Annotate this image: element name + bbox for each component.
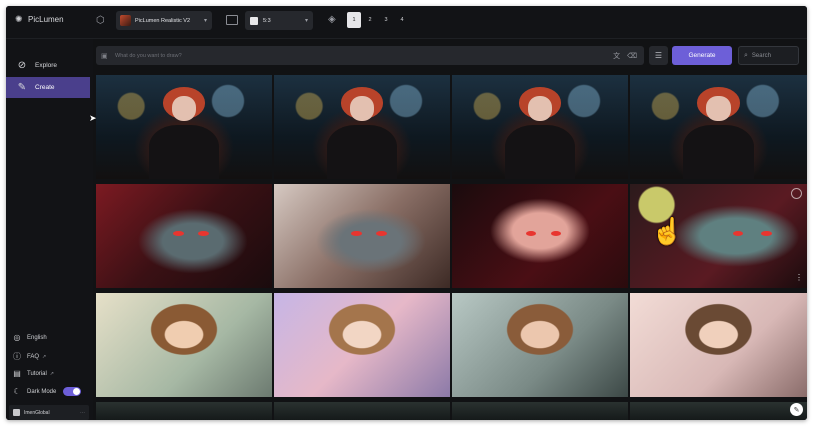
moon-icon: ☾	[13, 387, 21, 396]
batch-count-group: 1 2 3 4	[347, 12, 409, 28]
sliders-icon: ☰	[654, 51, 663, 60]
sidebar-item-create[interactable]: ✎ Create	[6, 77, 90, 98]
app-name: PicLumen	[28, 15, 64, 24]
feedback-button[interactable]: ✎	[790, 403, 803, 416]
app-window: ✺ PicLumen ⬡ PicLumen Realistic V2 ▾ 5:3…	[6, 6, 807, 420]
edit-icon: ✎	[793, 406, 800, 414]
batch-count-2[interactable]: 2	[363, 12, 377, 28]
logo[interactable]: ✺ PicLumen	[15, 14, 64, 25]
image-icon: ▣	[101, 52, 108, 60]
avatar	[13, 409, 20, 416]
chevron-down-icon: ▾	[304, 18, 308, 24]
gallery-image[interactable]	[452, 293, 628, 397]
gallery-image[interactable]	[96, 402, 272, 420]
sidebar-item-label: Create	[35, 84, 55, 91]
gallery-image[interactable]	[452, 402, 628, 420]
piclumen-logo-icon: ✺	[15, 14, 23, 24]
model-label: PicLumen Realistic V2	[135, 17, 191, 24]
search-input[interactable]: ⌕ Search	[738, 46, 799, 65]
broom-icon[interactable]: ⌫	[627, 52, 637, 60]
prompt-bar: ▣ 文 ⌫	[96, 46, 644, 65]
square-icon	[250, 16, 258, 25]
external-link-icon: ↗	[49, 370, 54, 377]
gallery-image[interactable]	[274, 75, 450, 179]
layers-icon: ◈	[328, 14, 336, 25]
tutorial-link[interactable]: ▤ Tutorial ↗	[6, 369, 93, 378]
language-label: English	[27, 334, 47, 341]
compass-icon: ⊘	[17, 60, 27, 71]
sidebar: ⊘ Explore ✎ Create ◎ English ⓘ FAQ ↗ ▤ T…	[6, 39, 93, 420]
globe-icon: ◎	[13, 333, 21, 342]
gallery-image[interactable]	[630, 402, 807, 420]
batch-count-3[interactable]: 3	[379, 12, 393, 28]
arrow-cursor-icon: ➤	[89, 113, 97, 123]
gallery-image[interactable]	[96, 293, 272, 397]
book-icon: ▤	[13, 369, 21, 378]
aspect-label: 5:3	[263, 17, 271, 24]
model-selector[interactable]: PicLumen Realistic V2 ▾	[116, 11, 212, 30]
gallery-image[interactable]	[452, 75, 628, 179]
hand-cursor-icon: ☝	[651, 216, 684, 246]
gallery-image[interactable]	[96, 184, 272, 288]
language-selector[interactable]: ◎ English	[6, 333, 93, 342]
help-icon: ⓘ	[13, 352, 21, 361]
batch-count-1[interactable]: 1	[347, 12, 361, 28]
user-name: ImenGlobal	[24, 409, 50, 416]
faq-link[interactable]: ⓘ FAQ ↗	[6, 351, 93, 362]
gallery-image[interactable]	[452, 184, 628, 288]
faq-label: FAQ	[27, 353, 40, 360]
gallery-image[interactable]	[274, 293, 450, 397]
model-cube-icon: ⬡	[96, 15, 105, 26]
top-bar: ✺ PicLumen ⬡ PicLumen Realistic V2 ▾ 5:3…	[6, 6, 807, 39]
model-thumbnail	[120, 15, 131, 26]
dark-mode-label: Dark Mode	[27, 388, 57, 395]
user-account[interactable]: ImenGlobal ⋯	[9, 405, 89, 420]
prompt-input[interactable]	[111, 52, 614, 59]
search-icon: ⌕	[744, 51, 748, 59]
brush-icon: ✎	[17, 82, 27, 93]
sidebar-item-explore[interactable]: ⊘ Explore	[6, 55, 90, 76]
aspect-ratio-selector[interactable]: 5:3 ▾	[245, 11, 313, 30]
more-icon[interactable]: ⋯	[80, 410, 85, 416]
translate-icon[interactable]: 文	[613, 51, 620, 61]
chevron-down-icon: ▾	[203, 18, 207, 24]
more-options-icon[interactable]: ⋮	[795, 273, 803, 282]
settings-sliders-button[interactable]: ☰	[649, 46, 668, 65]
image-gallery: ⋮	[96, 75, 807, 420]
search-placeholder: Search	[751, 52, 771, 59]
sidebar-item-label: Explore	[35, 62, 58, 69]
tutorial-label: Tutorial	[27, 370, 47, 377]
gallery-image[interactable]	[630, 293, 807, 397]
dark-mode-toggle[interactable]	[63, 387, 81, 396]
generate-button[interactable]: Generate	[672, 46, 732, 65]
gallery-image[interactable]	[630, 75, 807, 179]
external-link-icon: ↗	[42, 353, 47, 360]
favorite-icon[interactable]	[791, 188, 802, 199]
gallery-image[interactable]	[96, 75, 272, 179]
gallery-image[interactable]	[274, 184, 450, 288]
gallery-image[interactable]	[274, 402, 450, 420]
batch-count-4[interactable]: 4	[395, 12, 409, 28]
aspect-ratio-icon	[226, 15, 238, 25]
